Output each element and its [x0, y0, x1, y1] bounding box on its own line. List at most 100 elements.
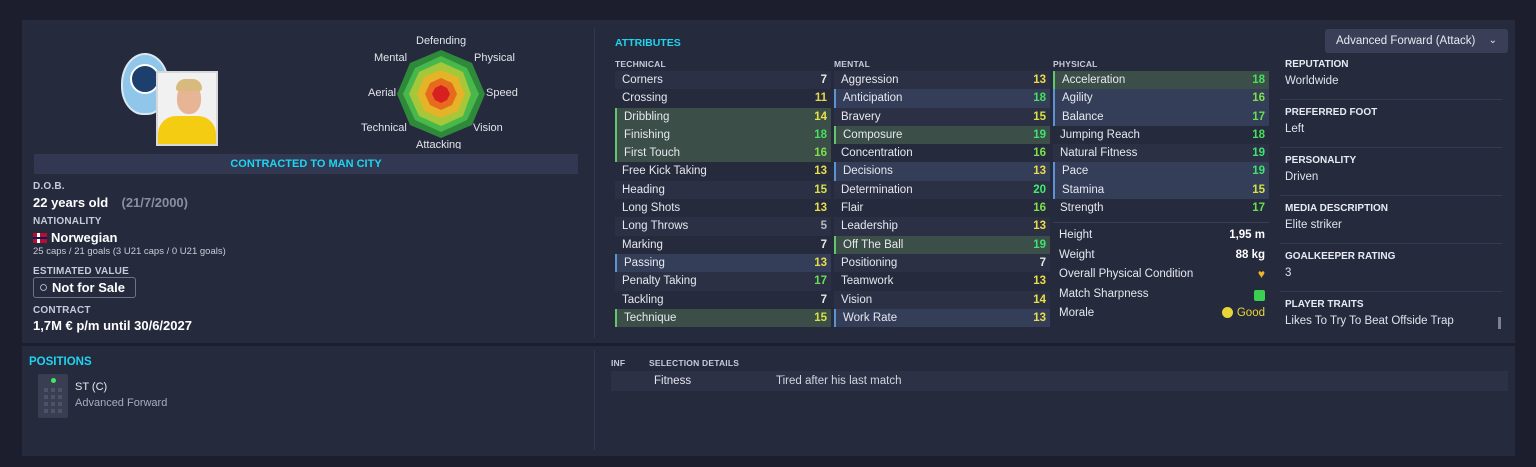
- attr-value: 19: [1252, 165, 1265, 178]
- attr-name: Crossing: [622, 92, 668, 105]
- personality-label: PERSONALITY: [1285, 155, 1357, 166]
- gk-rating-label: GOALKEEPER RATING: [1285, 251, 1396, 262]
- attr-row[interactable]: Jumping Reach 18: [1053, 126, 1269, 144]
- attr-row[interactable]: Balance 17: [1053, 107, 1269, 126]
- attr-row[interactable]: Corners 7: [615, 71, 831, 90]
- positions-selection-panel: [22, 346, 1515, 456]
- attr-row[interactable]: Tackling 7: [615, 291, 831, 309]
- attr-value: 19: [1033, 238, 1046, 251]
- attr-row[interactable]: Concentration 16: [834, 144, 1050, 162]
- attr-row[interactable]: Leadership 13: [834, 217, 1050, 236]
- value-label: ESTIMATED VALUE: [33, 266, 129, 277]
- attr-row[interactable]: Technique 15: [615, 308, 831, 328]
- attr-name: Long Shots: [622, 202, 681, 215]
- contract-banner: CONTRACTED TO MAN CITY: [34, 154, 578, 174]
- attr-value: 11: [814, 92, 827, 105]
- attr-row[interactable]: Anticipation 18: [834, 89, 1050, 108]
- fitness-text: Tired after his last match: [776, 375, 902, 387]
- attr-row[interactable]: Pace 19: [1053, 162, 1269, 181]
- sharpness-row[interactable]: Match Sharpness: [1053, 285, 1269, 305]
- inf-header: INF: [611, 358, 626, 368]
- attr-value: 20: [1033, 183, 1046, 196]
- attr-row[interactable]: Determination 20: [834, 180, 1050, 200]
- attr-row[interactable]: Composure 19: [834, 125, 1050, 145]
- divider: [594, 28, 595, 338]
- nationality-label: NATIONALITY: [33, 216, 102, 227]
- age: 22 years old: [33, 195, 109, 210]
- attr-row[interactable]: Free Kick Taking 13: [615, 162, 831, 180]
- attr-name: Flair: [841, 202, 864, 215]
- attr-row[interactable]: Work Rate 13: [834, 308, 1050, 328]
- divider: [1280, 291, 1502, 292]
- fitness-row[interactable]: Fitness Tired after his last match: [611, 371, 1508, 391]
- attr-row[interactable]: Marking 7: [615, 236, 831, 254]
- nationality[interactable]: Norwegian: [33, 229, 117, 247]
- attr-name: First Touch: [624, 147, 681, 160]
- attr-row[interactable]: Teamwork 13: [834, 272, 1050, 290]
- physical-info: Height 1,95 m Weight 88 kg Overall Physica…: [1053, 226, 1269, 324]
- attr-row[interactable]: Decisions 13: [834, 162, 1050, 181]
- attr-row[interactable]: Crossing 11: [615, 89, 831, 107]
- attr-value: 16: [1033, 202, 1046, 215]
- attr-row[interactable]: Long Shots 13: [615, 199, 831, 217]
- condition-label: Overall Physical Condition: [1059, 268, 1194, 280]
- estimated-value-button[interactable]: Not for Sale: [33, 277, 136, 298]
- attr-row[interactable]: Dribbling 14: [615, 107, 831, 126]
- attr-row[interactable]: Passing 13: [615, 253, 831, 273]
- role-dropdown[interactable]: Advanced Forward (Attack) ⌄: [1325, 29, 1508, 53]
- attr-row[interactable]: First Touch 16: [615, 144, 831, 163]
- attr-row[interactable]: Positioning 7: [834, 253, 1050, 273]
- attr-value: 15: [814, 311, 827, 324]
- attr-row[interactable]: Natural Fitness 19: [1053, 144, 1269, 163]
- media-block: MEDIA DESCRIPTION Elite striker: [1285, 203, 1503, 231]
- attr-row[interactable]: Agility 16: [1053, 89, 1269, 108]
- attr-name: Corners: [622, 74, 663, 86]
- attr-row[interactable]: Long Throws 5: [615, 217, 831, 236]
- attr-value: 13: [1033, 220, 1046, 233]
- condition-row[interactable]: Overall Physical Condition ♥: [1053, 265, 1269, 285]
- morale-row[interactable]: Morale Good: [1053, 304, 1269, 324]
- caps-info: 25 caps / 21 goals (3 U21 caps / 0 U21 g…: [33, 246, 226, 257]
- attr-row[interactable]: Aggression 13: [834, 71, 1050, 90]
- scrollbar[interactable]: [1498, 317, 1501, 329]
- pitch-icon: [38, 374, 68, 418]
- attr-name: Determination: [841, 183, 913, 196]
- norway-flag-icon: [33, 232, 47, 243]
- radar-label-attacking: Attacking: [416, 139, 462, 149]
- attr-row[interactable]: Penalty Taking 17: [615, 272, 831, 291]
- attr-name: Balance: [1062, 110, 1104, 123]
- height-row: Height 1,95 m: [1053, 226, 1269, 246]
- attr-row[interactable]: Bravery 15: [834, 107, 1050, 126]
- attr-name: Natural Fitness: [1060, 147, 1138, 160]
- attr-value: 16: [1033, 147, 1046, 160]
- attr-row[interactable]: Heading 15: [615, 180, 831, 200]
- height-value: 1,95 m: [1229, 229, 1265, 241]
- divider: [1053, 222, 1269, 223]
- radar-label-physical: Physical: [474, 52, 515, 64]
- attr-row[interactable]: Off The Ball 19: [834, 235, 1050, 254]
- attr-value: 14: [814, 110, 827, 123]
- attr-row[interactable]: Strength 17: [1053, 199, 1269, 217]
- attr-row[interactable]: Vision 14: [834, 290, 1050, 309]
- circle-icon: [40, 284, 47, 291]
- attr-name: Penalty Taking: [622, 275, 697, 288]
- media-label: MEDIA DESCRIPTION: [1285, 203, 1388, 214]
- attr-value: 13: [1033, 74, 1046, 86]
- radar-label-aerial: Aerial: [368, 87, 397, 99]
- attr-name: Tackling: [622, 293, 664, 306]
- attr-row[interactable]: Flair 16: [834, 199, 1050, 217]
- attr-row[interactable]: Stamina 15: [1053, 180, 1269, 200]
- trait-item[interactable]: Likes To Try To Beat Offside Trap: [1285, 315, 1503, 327]
- foot-value: Left: [1285, 123, 1305, 135]
- attr-value: 15: [1252, 183, 1265, 196]
- attr-value: 19: [1033, 128, 1046, 141]
- radar-label-defending: Defending: [416, 35, 467, 47]
- sharpness-icon: [1254, 289, 1265, 301]
- attr-value: 18: [814, 128, 827, 141]
- attr-name: Stamina: [1062, 183, 1105, 196]
- attr-name: Teamwork: [841, 275, 894, 288]
- traits-label: PLAYER TRAITS: [1285, 299, 1364, 310]
- attr-row[interactable]: Acceleration 18: [1053, 71, 1269, 90]
- player-photo: [156, 71, 218, 146]
- attr-row[interactable]: Finishing 18: [615, 125, 831, 145]
